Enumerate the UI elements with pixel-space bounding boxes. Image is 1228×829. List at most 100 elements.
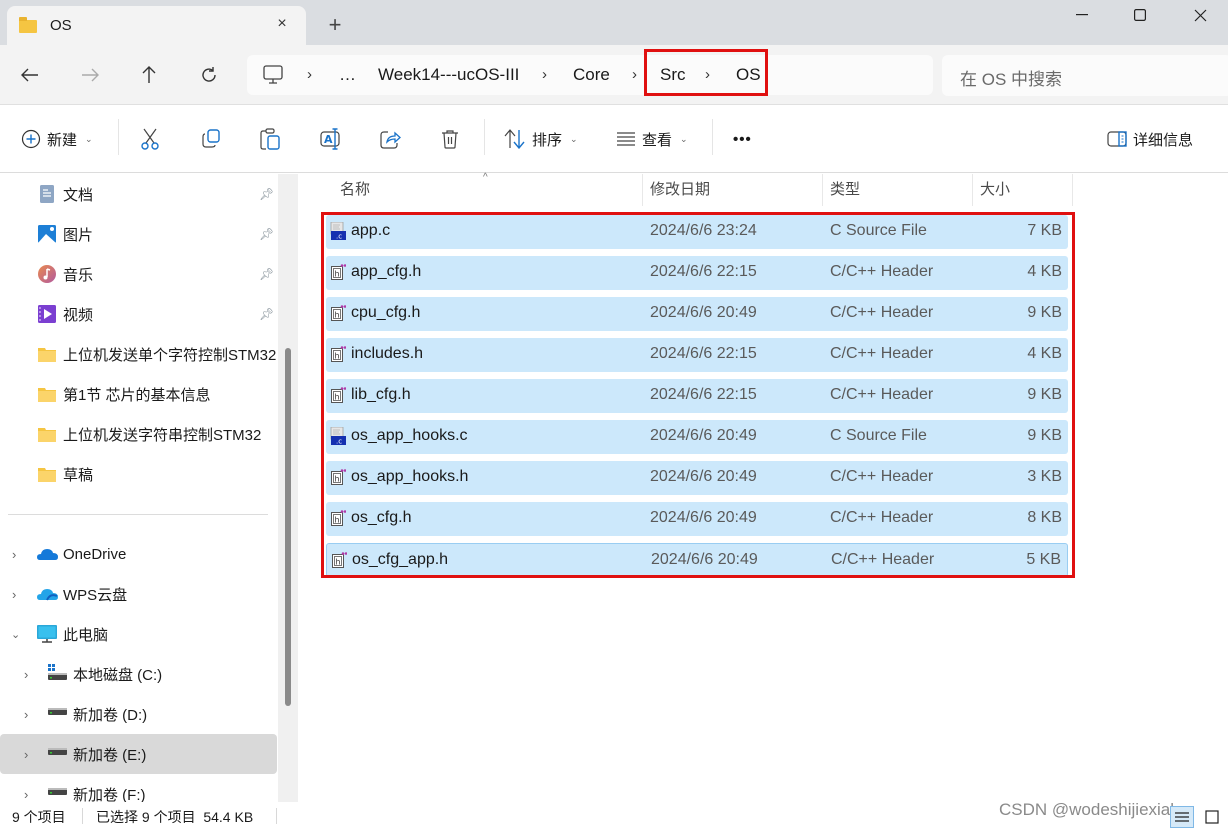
divider <box>82 808 83 824</box>
trash-icon <box>442 130 458 149</box>
sidebar-item-folder[interactable]: 草稿 <box>0 454 277 494</box>
tiles-view-button[interactable] <box>1200 806 1224 828</box>
column-header-size[interactable]: 大小 <box>980 174 1010 206</box>
column-divider[interactable] <box>1072 174 1073 206</box>
maximize-button[interactable] <box>1110 0 1170 30</box>
watermark: CSDN @wodeshijiexialey <box>999 800 1192 819</box>
new-tab-button[interactable]: + <box>323 13 347 37</box>
sidebar-item-folder[interactable]: 上位机发送单个字符控制STM32 <box>0 334 277 374</box>
chevron-down-icon: ⌄ <box>85 133 93 144</box>
chevron-right-icon[interactable]: › <box>24 787 28 802</box>
sidebar-item-music[interactable]: 音乐 📌︎ <box>0 254 277 294</box>
more-options-button[interactable]: ••• <box>733 125 752 153</box>
sidebar-item-documents[interactable]: 文档 📌︎ <box>0 174 277 214</box>
chevron-down-icon: ⌄ <box>680 133 688 144</box>
rename-button[interactable]: A <box>320 125 342 153</box>
new-button[interactable]: 新建 ⌄ <box>21 125 93 153</box>
chevron-right-icon[interactable]: › <box>24 667 28 682</box>
sidebar-item-drive-d[interactable]: › 新加卷 (D:) <box>0 694 277 734</box>
column-divider[interactable] <box>822 174 823 206</box>
refresh-button[interactable] <box>196 62 222 88</box>
sidebar-item-folder[interactable]: 上位机发送字符串控制STM32 <box>0 414 277 454</box>
paste-button[interactable] <box>260 125 280 153</box>
arrow-right-icon <box>82 68 99 82</box>
sidebar-item-wps-cloud[interactable]: › WPS云盘 <box>0 574 277 614</box>
sort-button[interactable]: 排序 ⌄ <box>504 125 578 153</box>
minimize-icon <box>1076 14 1088 16</box>
sort-icon <box>504 129 525 149</box>
sidebar-item-pictures[interactable]: 图片 📌︎ <box>0 214 277 254</box>
title-bar: OS × + <box>0 0 1228 46</box>
column-header-name[interactable]: 名称 <box>340 174 370 206</box>
navigation-bar: › … Week14---ucOS-III › Core › Src › OS … <box>0 45 1228 105</box>
forward-button[interactable] <box>77 62 103 88</box>
chevron-right-icon[interactable]: › <box>24 747 28 762</box>
sort-ascending-icon: ^ <box>483 172 488 183</box>
cut-button[interactable] <box>140 125 160 153</box>
column-header-type[interactable]: 类型 <box>830 174 860 206</box>
divider <box>484 119 485 155</box>
onedrive-icon <box>37 549 58 560</box>
divider <box>276 808 277 824</box>
new-label: 新建 <box>47 131 78 149</box>
sidebar-item-drive-f[interactable]: › 新加卷 (F:) <box>0 774 277 803</box>
file-list: ^ 名称 修改日期 类型 大小 .c app.c 2024/6/6 23:24 C S… <box>300 172 1228 802</box>
sidebar-item-onedrive[interactable]: › OneDrive <box>0 534 277 574</box>
minimize-button[interactable] <box>1052 0 1112 30</box>
details-pane-button[interactable]: 详细信息 <box>1107 125 1193 153</box>
selection-info: 已选择 9 个项目 54.4 KB <box>96 809 254 825</box>
videos-icon <box>38 305 56 323</box>
breadcrumb-core[interactable]: Core <box>573 65 610 85</box>
navigation-pane: 文档 📌︎ 图片 📌︎ 音乐 📌︎ 视频 📌︎ 上位机发送单个字符控制STM32… <box>0 174 285 802</box>
arrow-left-icon <box>21 68 38 82</box>
details-view-icon <box>1175 812 1189 822</box>
pin-icon[interactable]: 📌︎ <box>259 307 274 321</box>
address-bar[interactable]: › … Week14---ucOS-III › Core › Src › OS <box>247 55 933 95</box>
sidebar-item-drive-c[interactable]: › 本地磁盘 (C:) <box>0 654 277 694</box>
share-button[interactable] <box>380 125 402 153</box>
tiles-view-icon <box>1205 810 1219 824</box>
chevron-right-icon[interactable]: › <box>12 587 16 602</box>
system-drive-icon <box>48 664 67 680</box>
svg-text:A: A <box>324 133 333 146</box>
folder-icon <box>19 17 37 33</box>
column-divider[interactable] <box>642 174 643 206</box>
view-button[interactable]: 查看 ⌄ <box>616 125 688 153</box>
more-icon: ••• <box>733 130 752 148</box>
sidebar-scrollbar-thumb[interactable] <box>285 348 291 706</box>
column-header-date[interactable]: 修改日期 <box>650 174 710 206</box>
breadcrumb-separator: › <box>542 66 547 83</box>
folder-icon <box>38 348 56 362</box>
pin-icon[interactable]: 📌︎ <box>259 187 274 201</box>
delete-button[interactable] <box>441 125 459 153</box>
pin-icon[interactable]: 📌︎ <box>259 227 274 241</box>
sidebar-item-drive-e[interactable]: › 新加卷 (E:) <box>0 734 277 774</box>
sidebar-item-folder[interactable]: 第1节 芯片的基本信息 <box>0 374 277 414</box>
rename-icon: A <box>320 128 340 150</box>
details-view-button[interactable] <box>1170 806 1194 828</box>
paste-icon <box>260 128 280 150</box>
chevron-down-icon[interactable]: ⌄ <box>11 628 20 641</box>
back-button[interactable] <box>17 62 43 88</box>
folder-icon <box>38 388 56 402</box>
command-bar: 新建 ⌄ A 排序 ⌄ 查看 ⌄ ••• 详细信息 <box>0 105 1228 173</box>
up-button[interactable] <box>136 62 162 88</box>
breadcrumb-week14[interactable]: Week14---ucOS-III <box>378 65 519 85</box>
folder-icon <box>38 428 56 442</box>
column-divider[interactable] <box>972 174 973 206</box>
arrow-up-icon <box>142 66 156 83</box>
breadcrumb-separator: › <box>307 66 312 83</box>
sidebar-item-videos[interactable]: 视频 📌︎ <box>0 294 277 334</box>
search-input[interactable]: 在 OS 中搜索 <box>942 55 1228 96</box>
search-placeholder: 在 OS 中搜索 <box>960 70 1063 89</box>
sidebar-item-this-pc[interactable]: ⌄ 此电脑 <box>0 614 277 654</box>
close-tab-icon[interactable]: × <box>271 13 293 35</box>
chevron-right-icon[interactable]: › <box>12 547 16 562</box>
pin-icon[interactable]: 📌︎ <box>259 267 274 281</box>
breadcrumb-overflow[interactable]: … <box>339 65 356 85</box>
tab-os[interactable]: OS × <box>7 6 306 46</box>
copy-button[interactable] <box>201 125 221 153</box>
chevron-right-icon[interactable]: › <box>24 707 28 722</box>
highlight-box-breadcrumb <box>644 49 768 96</box>
close-window-button[interactable] <box>1170 0 1228 30</box>
